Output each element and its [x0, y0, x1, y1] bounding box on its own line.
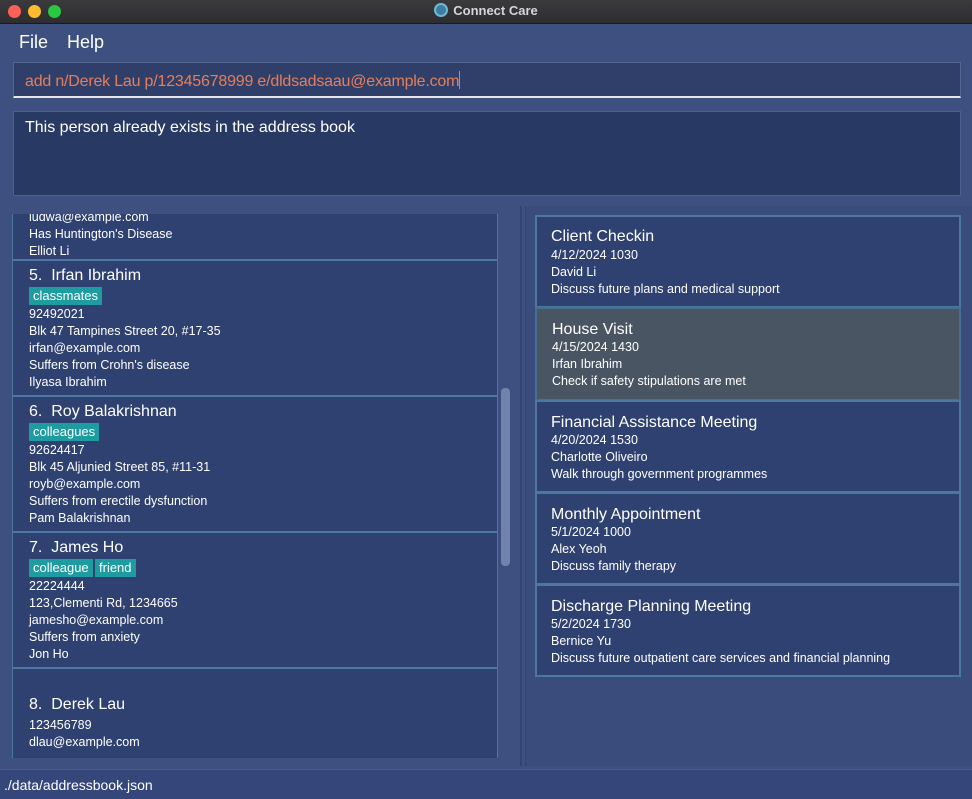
person-condition: Suffers from erectile dysfunction	[29, 494, 208, 508]
appointment-datetime: 5/1/2024 1000	[551, 525, 631, 539]
person-email: iudwa@example.com	[29, 214, 149, 224]
appointment-title: House Visit	[552, 321, 633, 338]
person-card-6[interactable]: 6. Roy Balakrishnan colleagues 92624417 …	[12, 395, 498, 532]
person-index: 8.	[29, 696, 43, 713]
tag-badge: friend	[95, 559, 136, 577]
menu-help[interactable]: Help	[67, 32, 104, 53]
person-name: Irfan Ibrahim	[51, 267, 142, 284]
person-email: royb@example.com	[29, 477, 141, 491]
title-bar: Connect Care	[0, 0, 972, 24]
appointment-person: Alex Yeoh	[551, 542, 607, 556]
appointment-description: Discuss family therapy	[551, 559, 677, 573]
person-name-line: 6. Roy Balakrishnan	[29, 403, 177, 421]
menu-bar: File Help	[0, 25, 972, 57]
person-email: irfan@example.com	[29, 341, 141, 355]
person-phone: 22224444	[29, 579, 85, 593]
person-list-panel[interactable]: iudwa@example.com Has Huntington's Disea…	[12, 214, 498, 758]
person-contact: Elliot Li	[29, 244, 70, 258]
person-name-line: 8. Derek Lau	[29, 696, 125, 714]
app-logo-icon	[434, 3, 449, 17]
person-card-8[interactable]: 8. Derek Lau 123456789 dlau@example.com	[12, 667, 498, 758]
appointment-title: Discharge Planning Meeting	[551, 598, 752, 615]
person-phone: 123456789	[29, 718, 92, 732]
person-condition: Suffers from anxiety	[29, 630, 140, 644]
panel-divider[interactable]	[520, 206, 522, 766]
appointment-card-2[interactable]: House Visit 4/15/2024 1430 Irfan Ibrahim…	[535, 307, 961, 401]
text-caret	[459, 71, 461, 89]
appointment-card-1[interactable]: Client Checkin 4/12/2024 1030 David Li D…	[535, 215, 961, 308]
person-list-scrollbar[interactable]	[501, 388, 510, 566]
person-card-partial[interactable]: iudwa@example.com Has Huntington's Disea…	[12, 214, 498, 260]
appointment-person: Bernice Yu	[551, 634, 612, 648]
person-card-7[interactable]: 7. James Ho colleague friend 22224444 12…	[12, 531, 498, 668]
appointment-person: Charlotte Oliveiro	[551, 450, 648, 464]
person-address: Blk 47 Tampines Street 20, #17-35	[29, 324, 221, 338]
appointment-description: Discuss future outpatient care services …	[551, 651, 891, 665]
tag-badge: colleagues	[29, 423, 100, 441]
appointment-datetime: 4/20/2024 1530	[551, 433, 638, 447]
person-card-5[interactable]: 5. Irfan Ibrahim classmates 92492021 Blk…	[12, 259, 498, 396]
appointment-person: Irfan Ibrahim	[552, 357, 623, 371]
person-index: 7.	[29, 539, 43, 556]
person-index: 5.	[29, 267, 43, 284]
command-input-text: add n/Derek Lau p/12345678999 e/dldsadsa…	[25, 71, 461, 91]
person-contact: Ilyasa Ibrahim	[29, 375, 107, 389]
appointment-description: Check if safety stipulations are met	[552, 374, 746, 388]
person-address: 123,Clementi Rd, 1234665	[29, 596, 178, 610]
window-title-group: Connect Care	[0, 3, 972, 18]
appointment-title: Monthly Appointment	[551, 506, 701, 523]
appointment-datetime: 4/12/2024 1030	[551, 248, 638, 262]
person-name-line: 5. Irfan Ibrahim	[29, 267, 141, 285]
person-name: James Ho	[51, 539, 124, 556]
appointment-datetime: 4/15/2024 1430	[552, 340, 639, 354]
person-email: dlau@example.com	[29, 735, 140, 749]
person-name: Derek Lau	[51, 696, 126, 713]
appointment-card-5[interactable]: Discharge Planning Meeting 5/2/2024 1730…	[535, 584, 961, 677]
tag-badge: classmates	[29, 287, 103, 305]
appointment-datetime: 5/2/2024 1730	[551, 617, 631, 631]
appointment-description: Walk through government programmes	[551, 467, 768, 481]
person-index: 6.	[29, 403, 43, 420]
window-title: Connect Care	[453, 3, 538, 18]
status-bar: ./data/addressbook.json	[0, 769, 972, 799]
person-phone: 92492021	[29, 307, 85, 321]
menu-file[interactable]: File	[19, 32, 48, 53]
command-input[interactable]: add n/Derek Lau p/12345678999 e/dldsadsa…	[13, 62, 961, 98]
person-name-line: 7. James Ho	[29, 539, 123, 557]
command-value: add n/Derek Lau p/12345678999 e/dldsadsa…	[25, 73, 460, 90]
person-condition: Has Huntington's Disease	[29, 227, 173, 241]
appointment-person: David Li	[551, 265, 597, 279]
person-name: Roy Balakrishnan	[51, 403, 177, 420]
appointment-card-3[interactable]: Financial Assistance Meeting 4/20/2024 1…	[535, 400, 961, 493]
person-email: jamesho@example.com	[29, 613, 164, 627]
result-display: This person already exists in the addres…	[13, 111, 961, 196]
person-phone: 92624417	[29, 443, 85, 457]
result-message: This person already exists in the addres…	[25, 119, 355, 136]
appointment-title: Financial Assistance Meeting	[551, 414, 758, 431]
appointment-description: Discuss future plans and medical support	[551, 282, 780, 296]
person-contact: Pam Balakrishnan	[29, 511, 131, 525]
person-condition: Suffers from Crohn's disease	[29, 358, 190, 372]
data-file-path: ./data/addressbook.json	[4, 777, 153, 793]
person-address: Blk 45 Aljunied Street 85, #11-31	[29, 460, 211, 474]
appointment-card-4[interactable]: Monthly Appointment 5/1/2024 1000 Alex Y…	[535, 492, 961, 585]
appointment-title: Client Checkin	[551, 228, 655, 245]
person-contact: Jon Ho	[29, 647, 69, 661]
tag-badge: colleague	[29, 559, 93, 577]
